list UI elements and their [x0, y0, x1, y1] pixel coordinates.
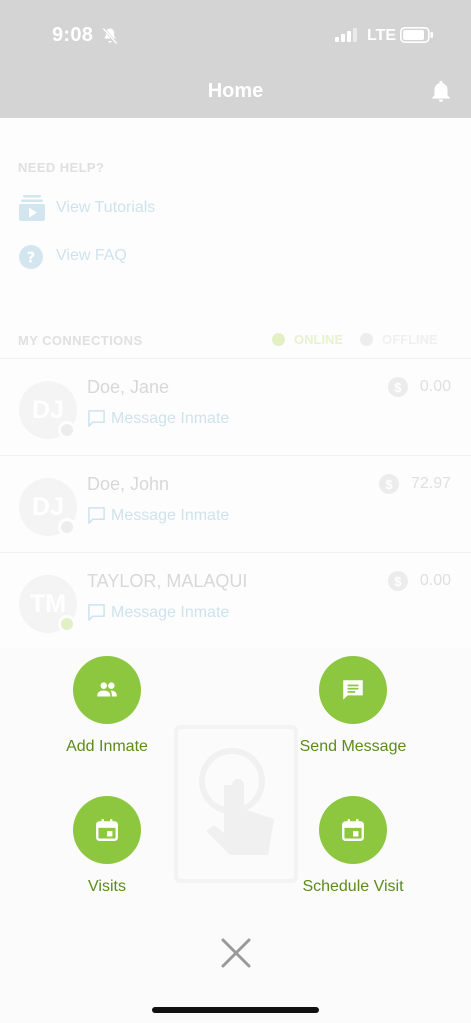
chat-bubble-icon [88, 410, 105, 427]
message-inmate-link[interactable]: Message Inmate [87, 603, 229, 622]
schedule-visit-circle [319, 796, 387, 864]
message-inmate-label: Message Inmate [111, 409, 230, 427]
balance-amount: 72.97 [410, 475, 451, 492]
message-inmate-link[interactable]: Message Inmate [87, 409, 229, 428]
send-message-button[interactable]: Send Message [253, 656, 453, 756]
balance: $ 0.00 [387, 377, 451, 397]
bell-muted-icon [102, 27, 118, 45]
connection-row[interactable]: TM TAYLOR, MALAQUI Message Inmate $ 0.00 [0, 552, 471, 648]
add-inmate-button[interactable]: Add Inmate [7, 656, 207, 756]
top-bar: 9:08 LTE Home [0, 0, 471, 118]
home-indicator[interactable] [152, 1007, 319, 1013]
add-inmate-circle [73, 656, 141, 724]
visits-button[interactable]: Visits [7, 796, 207, 896]
dollar-coin-icon: $ [387, 377, 408, 397]
online-legend-label: ONLINE [294, 332, 344, 347]
offline-legend-label: OFFLINE [382, 332, 438, 347]
add-inmate-label: Add Inmate [66, 738, 148, 755]
offline-dot [360, 333, 374, 346]
calendar-icon [342, 819, 364, 841]
connection-row[interactable]: DJ Doe, Jane Message Inmate $ 0.00 [0, 358, 471, 454]
notifications-bell-icon[interactable] [428, 78, 454, 104]
message-inmate-label: Message Inmate [111, 506, 230, 524]
dollar-coin-icon: $ [378, 474, 399, 494]
message-inmate-label: Message Inmate [111, 603, 230, 621]
my-connections-label: MY CONNECTIONS [18, 333, 143, 348]
network-type: LTE [367, 27, 397, 44]
offline-status-dot [58, 421, 76, 439]
offline-status-dot [58, 518, 76, 536]
balance-amount: 0.00 [419, 378, 451, 395]
battery-icon [400, 27, 433, 43]
message-icon [343, 680, 363, 700]
balance-amount: 0.00 [419, 572, 451, 589]
calendar-icon [96, 819, 118, 841]
video-tutorial-icon [19, 195, 45, 221]
send-message-label: Send Message [299, 738, 407, 755]
visits-circle [73, 796, 141, 864]
page-title: Home [207, 80, 264, 102]
connection-row[interactable]: DJ Doe, John Message Inmate $ 72.97 [0, 455, 471, 551]
view-faq-link[interactable]: ? View FAQ [18, 241, 127, 271]
connection-name: Doe, John [87, 474, 170, 494]
need-help-label: NEED HELP? [18, 160, 105, 175]
people-icon [97, 682, 117, 697]
schedule-visit-label: Schedule Visit [302, 878, 404, 895]
view-tutorials-link[interactable]: View Tutorials [18, 193, 155, 223]
chat-bubble-icon [88, 604, 105, 621]
schedule-visit-button[interactable]: Schedule Visit [253, 796, 453, 896]
balance: $ 0.00 [387, 571, 451, 591]
message-inmate-link[interactable]: Message Inmate [87, 506, 229, 525]
question-icon: ? [19, 245, 43, 269]
online-status-dot [58, 615, 76, 633]
chat-bubble-icon [88, 507, 105, 524]
online-dot [272, 333, 285, 346]
view-faq-label: View FAQ [56, 247, 127, 264]
dollar-coin-icon: $ [387, 571, 408, 591]
send-message-circle [319, 656, 387, 724]
connection-name: Doe, Jane [87, 377, 170, 397]
balance: $ 72.97 [378, 474, 451, 494]
status-time: 9:08 [52, 24, 94, 46]
status-legend: ONLINE OFFLINE [272, 332, 438, 347]
svg-text:?: ? [27, 249, 36, 267]
view-tutorials-label: View Tutorials [56, 199, 156, 216]
screen: 9:08 LTE Home NEED HELP? View Tutorials … [0, 0, 471, 1023]
close-icon[interactable] [219, 936, 253, 970]
connection-name: TAYLOR, MALAQUI [87, 571, 248, 591]
signal-icon [335, 28, 357, 42]
visits-label: Visits [88, 878, 126, 895]
